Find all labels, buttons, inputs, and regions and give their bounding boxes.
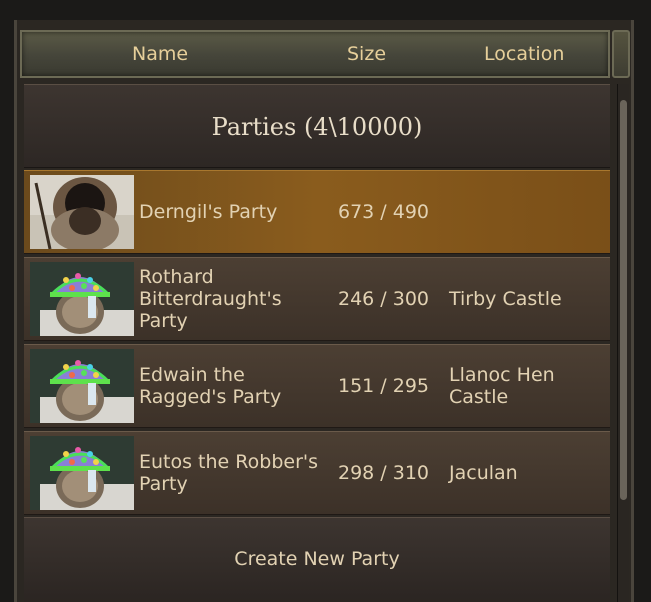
party-size: 246 / 300 bbox=[338, 288, 430, 310]
column-name[interactable]: Name bbox=[132, 32, 188, 76]
party-location: Llanoc Hen Castle bbox=[449, 364, 555, 408]
parties-title: Parties (4\10000) bbox=[211, 113, 423, 141]
scroll-up-button[interactable] bbox=[612, 30, 630, 78]
column-location[interactable]: Location bbox=[484, 32, 564, 76]
party-size: 298 / 310 bbox=[338, 462, 430, 484]
party-row[interactable]: Derngil's Party 673 / 490 bbox=[24, 170, 610, 254]
party-size: 673 / 490 bbox=[338, 201, 430, 223]
party-name: Derngil's Party bbox=[139, 201, 278, 223]
bearded-leader-portrait bbox=[30, 175, 134, 249]
party-location: Jaculan bbox=[449, 462, 518, 484]
parties-title-bar: Parties (4\10000) bbox=[24, 84, 610, 168]
party-row[interactable]: Edwain the Ragged's Party 151 / 295 Llan… bbox=[24, 344, 610, 428]
party-name: Rothard Bitterdraught's Party bbox=[139, 266, 282, 332]
party-name: Eutos the Robber's Party bbox=[139, 451, 318, 495]
party-size: 151 / 295 bbox=[338, 375, 430, 397]
create-new-party-label: Create New Party bbox=[234, 548, 400, 570]
column-header-bar: Name Size Location bbox=[20, 30, 610, 78]
party-location bbox=[449, 171, 599, 253]
party-location: Tirby Castle bbox=[449, 288, 562, 310]
party-row[interactable]: Eutos the Robber's Party 298 / 310 Jacul… bbox=[24, 431, 610, 515]
party-row[interactable]: Rothard Bitterdraught's Party 246 / 300 … bbox=[24, 257, 610, 341]
column-size[interactable]: Size bbox=[347, 32, 386, 76]
helmeted-warrior-portrait bbox=[30, 262, 134, 336]
helmeted-warrior-portrait bbox=[30, 436, 134, 510]
party-name: Edwain the Ragged's Party bbox=[139, 364, 282, 408]
create-new-party-button[interactable]: Create New Party bbox=[24, 517, 610, 602]
scrollbar-thumb[interactable] bbox=[620, 100, 627, 500]
helmeted-warrior-portrait bbox=[30, 349, 134, 423]
